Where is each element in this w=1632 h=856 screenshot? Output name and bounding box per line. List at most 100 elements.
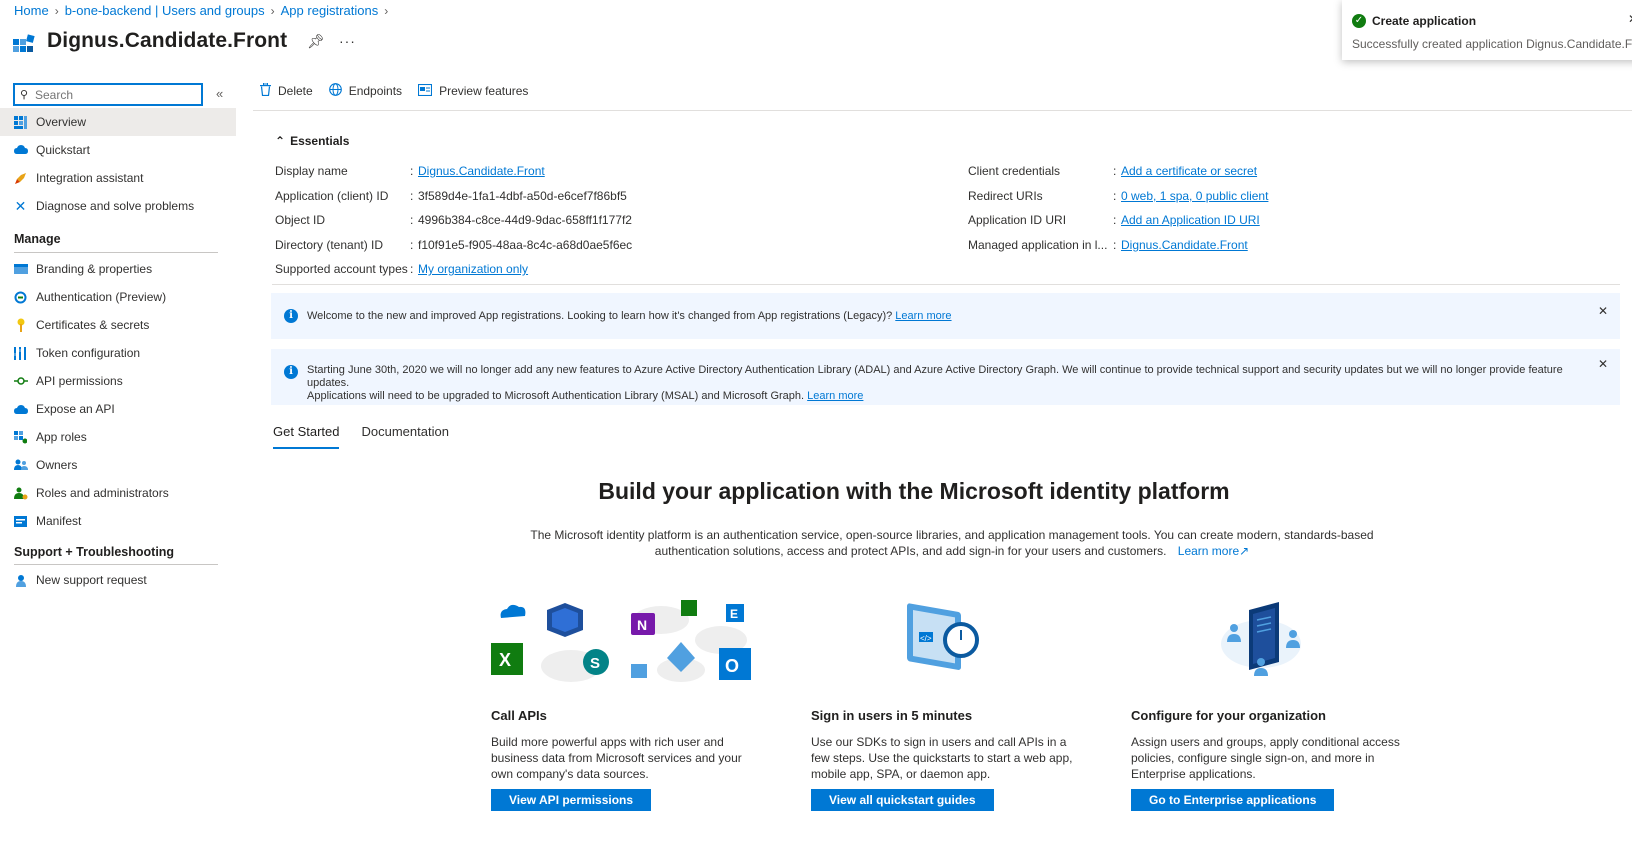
collapse-sidebar-icon[interactable]: «: [216, 86, 223, 101]
chevron-right-icon: ›: [270, 3, 275, 18]
sidebar-item-branding[interactable]: Branding & properties: [0, 255, 236, 283]
colon: :: [1113, 164, 1117, 178]
account-types-link[interactable]: My organization only: [418, 262, 528, 276]
external-link-icon: ↗: [1239, 544, 1250, 558]
sidebar-item-diagnose[interactable]: ✕ Diagnose and solve problems: [0, 192, 236, 220]
page-title: Dignus.Candidate.Front: [47, 29, 288, 52]
breadcrumb-home[interactable]: Home: [14, 3, 49, 18]
display-name-link[interactable]: Dignus.Candidate.Front: [418, 164, 545, 178]
sidebar-item-app-roles[interactable]: App roles: [0, 423, 236, 451]
essentials-client-credentials: Client credentials : Add a certificate o…: [968, 164, 1257, 178]
sidebar-item-label: Certificates & secrets: [36, 318, 150, 332]
sidebar-item-label: New support request: [36, 573, 147, 587]
sidebar-item-label: API permissions: [36, 374, 123, 388]
sidebar-item-api-permissions[interactable]: API permissions: [0, 367, 236, 395]
pin-icon[interactable]: 📌︎: [307, 33, 325, 50]
essentials-toggle[interactable]: ⌃ Essentials: [275, 134, 349, 148]
tab-bar: Get Started Documentation: [273, 424, 449, 449]
field-label: Supported account types: [275, 262, 408, 276]
breadcrumb-users-and-groups[interactable]: b-one-backend | Users and groups: [65, 3, 265, 18]
sidebar-item-owners[interactable]: Owners: [0, 451, 236, 479]
banner-message: Welcome to the new and improved App regi…: [307, 310, 893, 322]
tenant-id-value: f10f91e5-f905-48aa-8c4c-a68d0ae5f6ec: [418, 238, 633, 252]
token-icon: [13, 346, 28, 361]
close-icon[interactable]: ✕: [1598, 304, 1608, 318]
colon: :: [410, 238, 414, 252]
info-icon: i: [284, 365, 298, 379]
sidebar-item-new-support-request[interactable]: New support request: [0, 566, 236, 594]
go-to-enterprise-applications-button[interactable]: Go to Enterprise applications: [1131, 789, 1335, 811]
breadcrumb: Home › b-one-backend | Users and groups …: [14, 3, 388, 18]
svg-text:O: O: [725, 656, 739, 676]
sidebar-item-quickstart[interactable]: Quickstart: [0, 136, 236, 164]
client-id-value: 3f589d4e-1fa1-4dbf-a50d-e6cef7f86bf5: [418, 189, 627, 203]
client-credentials-link[interactable]: Add a certificate or secret: [1121, 164, 1257, 178]
section-support: Support + Troubleshooting: [14, 545, 175, 559]
breadcrumb-app-registrations[interactable]: App registrations: [281, 3, 379, 18]
banner-text: Starting June 30th, 2020 we will no long…: [307, 364, 1587, 403]
learn-more-link[interactable]: Learn more: [807, 390, 863, 402]
close-icon[interactable]: ✕: [1628, 12, 1632, 26]
essentials-tenant-id: Directory (tenant) ID : f10f91e5-f905-48…: [275, 238, 632, 252]
colon: :: [1113, 238, 1117, 252]
sidebar-item-authentication[interactable]: Authentication (Preview): [0, 283, 236, 311]
sidebar-item-integration-assistant[interactable]: Integration assistant: [0, 164, 236, 192]
managed-application-link[interactable]: Dignus.Candidate.Front: [1121, 238, 1248, 252]
svg-text:X: X: [499, 650, 511, 670]
hero-description: The Microsoft identity platform is an au…: [496, 527, 1408, 559]
sidebar-item-token-configuration[interactable]: Token configuration: [0, 339, 236, 367]
essentials-client-id: Application (client) ID : 3f589d4e-1fa1-…: [275, 189, 627, 203]
divider: [272, 284, 1620, 285]
chevron-right-icon: ›: [384, 3, 389, 18]
application-id-uri-link[interactable]: Add an Application ID URI: [1121, 213, 1260, 227]
banner-message-2: Applications will need to be upgraded to…: [307, 390, 805, 402]
tab-documentation[interactable]: Documentation: [361, 424, 448, 449]
search-icon: ⚲: [20, 89, 29, 101]
tab-get-started[interactable]: Get Started: [273, 424, 340, 449]
sidebar-item-expose-api[interactable]: Expose an API: [0, 395, 236, 423]
close-icon[interactable]: ✕: [1598, 357, 1608, 371]
cloud-icon: [13, 402, 28, 417]
divider: [14, 252, 218, 253]
sidebar-item-manifest[interactable]: Manifest: [0, 507, 236, 535]
wrench-icon: ✕: [14, 197, 27, 214]
svg-text:S: S: [590, 655, 600, 672]
hero-title: Build your application with the Microsof…: [598, 478, 1230, 504]
essentials-managed-application: Managed application in l... : Dignus.Can…: [968, 238, 1248, 252]
essentials-header: Essentials: [290, 134, 350, 148]
learn-more-link[interactable]: Learn more: [895, 310, 951, 322]
sign-in-illustration: </>: [907, 603, 979, 670]
view-quickstart-guides-button[interactable]: View all quickstart guides: [811, 789, 994, 811]
field-label: Client credentials: [968, 164, 1061, 178]
quickstart-icon: [13, 143, 28, 158]
sidebar-item-label: Token configuration: [36, 346, 141, 360]
more-options-icon[interactable]: ···: [339, 33, 356, 49]
owners-icon: [13, 458, 28, 473]
learn-more-link[interactable]: Learn more: [1178, 544, 1239, 558]
field-label: Directory (tenant) ID: [275, 238, 384, 252]
redirect-uris-link[interactable]: 0 web, 1 spa, 0 public client: [1121, 189, 1268, 203]
sidebar-item-label: Owners: [36, 458, 78, 472]
card-description: Assign users and groups, apply condition…: [1131, 735, 1400, 781]
sidebar-item-certificates[interactable]: Certificates & secrets: [0, 311, 236, 339]
chevron-up-icon: ⌃: [275, 134, 286, 148]
authentication-icon: [13, 290, 28, 305]
sidebar-item-overview[interactable]: Overview: [0, 108, 236, 136]
rocket-icon: [13, 171, 28, 186]
sidebar-item-label: Authentication (Preview): [36, 290, 167, 304]
sidebar-search[interactable]: ⚲: [13, 83, 203, 106]
sidebar-item-label: Quickstart: [36, 143, 91, 157]
chevron-right-icon: ›: [54, 3, 59, 18]
view-api-permissions-button[interactable]: View API permissions: [491, 789, 652, 811]
branding-icon: [13, 262, 28, 277]
app-registration-icon: [13, 34, 35, 52]
endpoints-button[interactable]: Endpoints: [328, 83, 402, 99]
info-banner-welcome: i Welcome to the new and improved App re…: [271, 293, 1620, 339]
card-title: Sign in users in 5 minutes: [811, 708, 973, 723]
sidebar-item-label: Integration assistant: [36, 171, 144, 185]
essentials-display-name: Display name : Dignus.Candidate.Front: [275, 164, 545, 178]
preview-features-button[interactable]: Preview features: [418, 83, 528, 99]
delete-button[interactable]: Delete: [260, 82, 313, 99]
microsoft-services-illustration: N E X S O: [491, 600, 751, 682]
search-input[interactable]: [35, 86, 195, 103]
